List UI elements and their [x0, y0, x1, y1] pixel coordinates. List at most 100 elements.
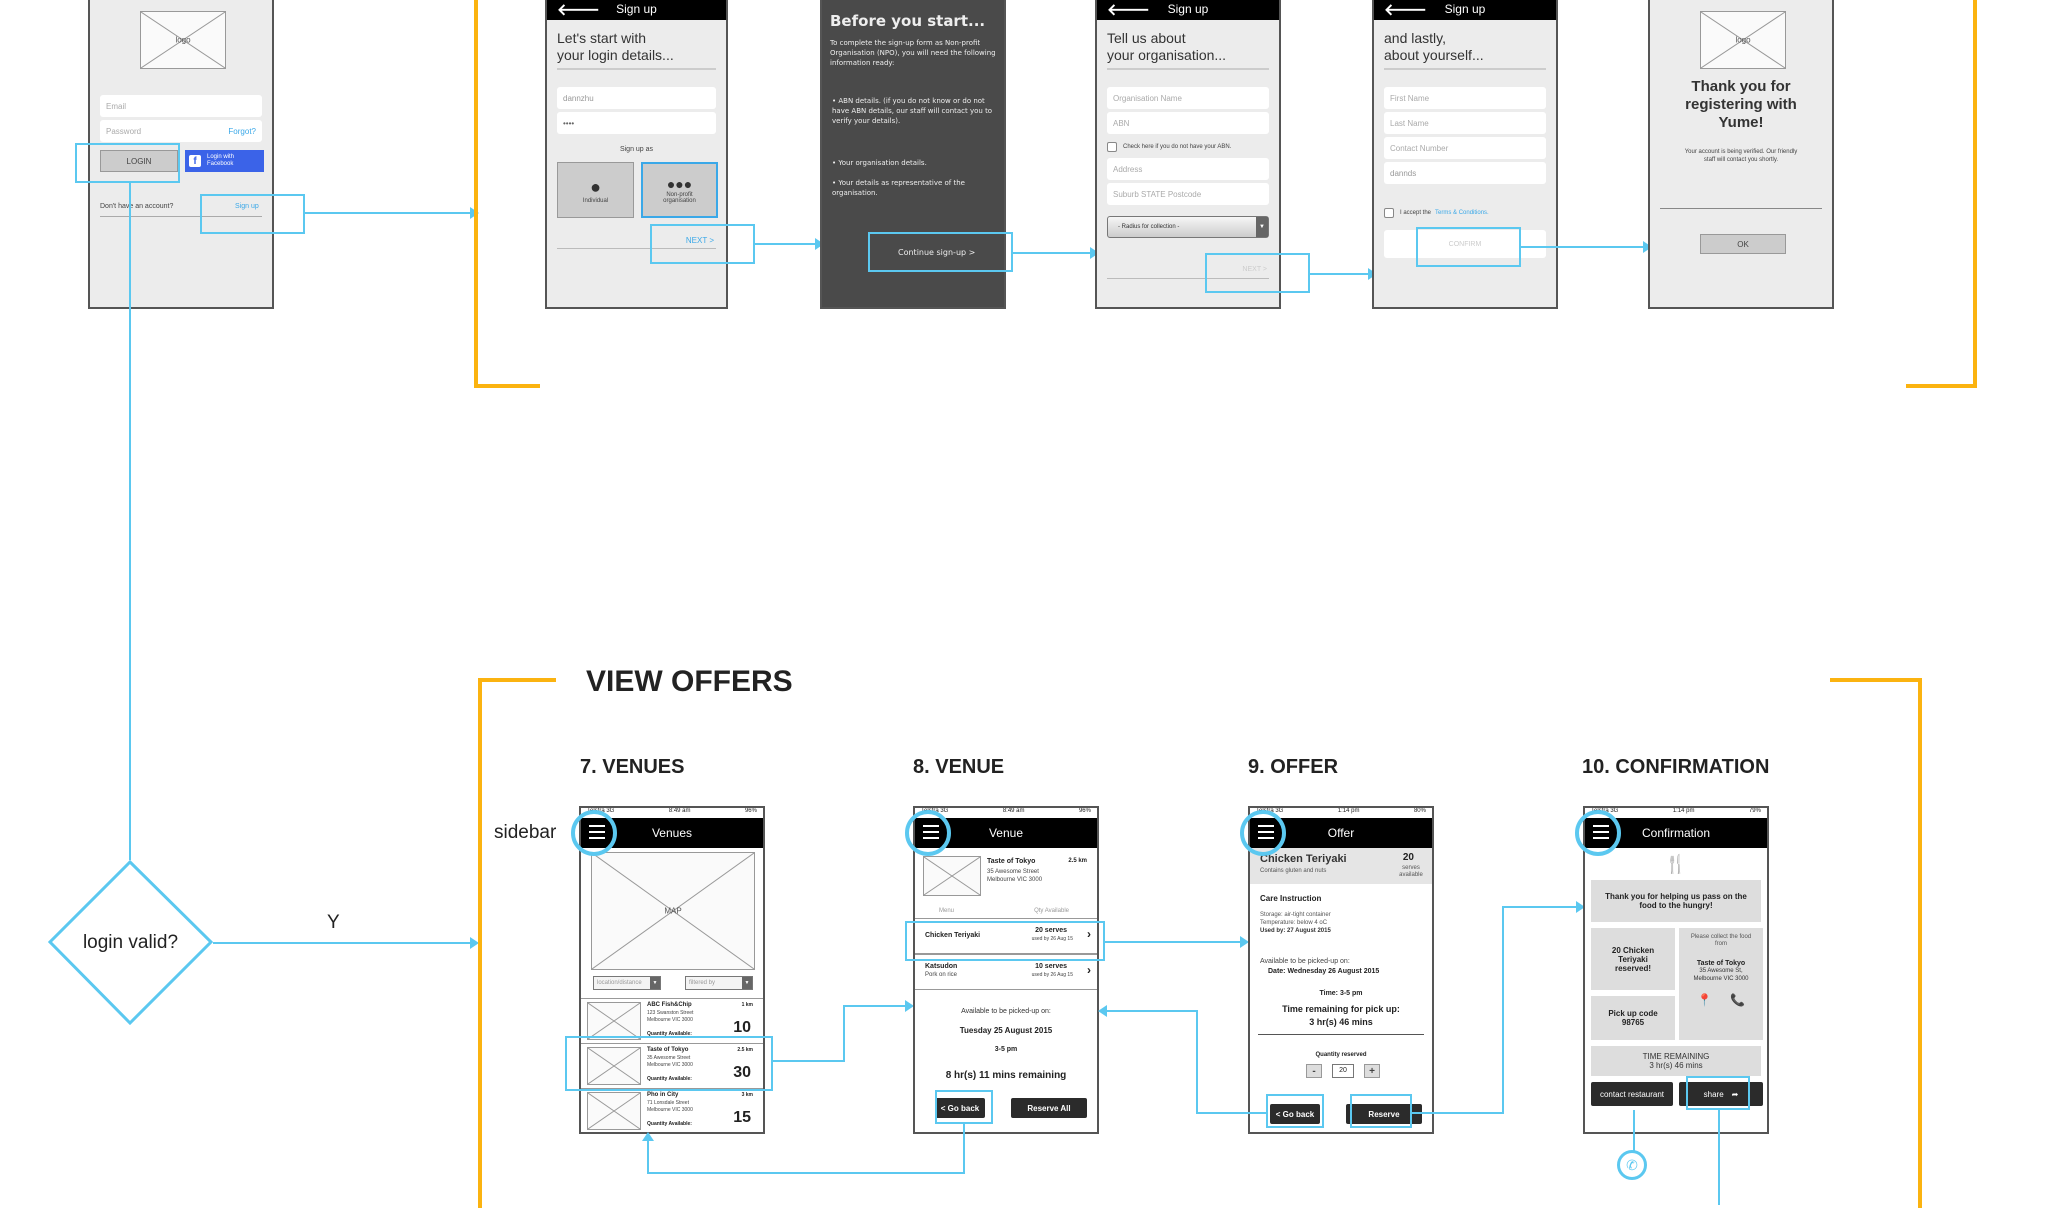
address-field[interactable]: Address: [1107, 158, 1269, 180]
quantity-value: 15: [733, 1109, 751, 1126]
flow-line: [773, 1060, 845, 1062]
facebook-icon: f: [189, 155, 201, 167]
remaining-label: Time remaining for pick up:: [1282, 1004, 1400, 1014]
forgot-link[interactable]: Forgot?: [228, 127, 256, 136]
overlay-bullet: • ABN details. (if you do not know or do…: [832, 97, 993, 125]
flow-line: [843, 1005, 908, 1007]
nav-bar: 🡐 Sign up: [547, 0, 726, 20]
reserve-highlight: [1350, 1094, 1412, 1128]
flow-line: [1502, 906, 1580, 908]
login-highlight: [75, 143, 180, 183]
venue-list-item[interactable]: Pho in City 71 Lonsdale Street Melbourne V…: [581, 1088, 763, 1132]
ok-button[interactable]: OK: [1700, 234, 1786, 254]
quantity-stepper[interactable]: - 20 +: [1306, 1064, 1380, 1078]
cutlery-icon: 🍴: [1664, 854, 1688, 874]
serves-label: serves available: [1399, 865, 1423, 878]
location-filter-select[interactable]: location/distance ▼: [593, 976, 661, 990]
continue-highlight: [868, 232, 1013, 272]
back-arrow-icon[interactable]: 🡐: [1107, 0, 1150, 20]
go-back-highlight: [935, 1090, 993, 1124]
nav-bar: 🡐 Sign up: [1097, 0, 1279, 20]
pickup-label: Available to be picked-up on:: [961, 1008, 1051, 1015]
organisation-name-field[interactable]: Organisation Name: [1107, 87, 1269, 109]
back-arrow-icon[interactable]: 🡐: [557, 0, 600, 20]
flow-line: [1013, 252, 1095, 254]
section-bracket: [474, 384, 540, 388]
collect-label: Please collect the food from: [1690, 934, 1752, 947]
suburb-field[interactable]: Suburb STATE Postcode: [1107, 183, 1269, 205]
nonprofit-option[interactable]: ●●● Non-profit organisation: [641, 162, 718, 218]
accept-terms-row[interactable]: I accept the Terms & Conditions.: [1384, 208, 1489, 218]
collect-address: 35 Awesome St, Melbourne VIC 3000: [1693, 968, 1749, 982]
radius-select[interactable]: - Radius for collection - ▼: [1107, 216, 1269, 238]
email-field[interactable]: Email: [100, 95, 262, 117]
used-by-info: Used by: 27 August 2015: [1260, 928, 1331, 934]
venue-name: Pho in City: [647, 1092, 679, 1098]
no-account-text: Don't have an account?: [100, 203, 174, 210]
password-field[interactable]: Password Forgot?: [100, 120, 262, 142]
facebook-login-button[interactable]: f Login with Facebook: [185, 150, 264, 172]
phone-icon[interactable]: 📞: [1730, 993, 1745, 1007]
chevron-down-icon: ▼: [650, 977, 660, 989]
venue-address: Melbourne VIC 3000: [647, 1107, 693, 1113]
map-pin-icon[interactable]: 📍: [1697, 993, 1712, 1007]
map-placeholder[interactable]: MAP: [591, 852, 755, 970]
sidebar-highlight: [571, 810, 617, 856]
venue-screen: Telstra 3G 8:49 am 96% Venue Taste of To…: [913, 806, 1099, 1134]
dish-note: Contains gluten and nuts: [1260, 868, 1327, 874]
pickup-code-box: Pick up code 98765: [1591, 996, 1675, 1040]
venue-address: 71 Lonsdale Street: [647, 1100, 689, 1106]
checkbox[interactable]: [1384, 208, 1394, 218]
flow-line: [755, 243, 818, 245]
no-abn-checkbox-row[interactable]: Check here if you do not have your ABN.: [1107, 142, 1231, 152]
decrement-button[interactable]: -: [1306, 1064, 1322, 1078]
section-bracket: [478, 678, 556, 682]
back-arrow-icon[interactable]: 🡐: [1384, 0, 1427, 20]
sidebar-label: sidebar: [494, 822, 557, 843]
signup-as-label: Sign up as: [619, 146, 654, 153]
confirm-highlight: [1416, 227, 1521, 267]
last-name-field[interactable]: Last Name: [1384, 112, 1546, 134]
flow-line: [1502, 906, 1504, 1114]
reserve-all-button[interactable]: Reserve All: [1011, 1098, 1087, 1118]
individual-option[interactable]: ● Individual: [557, 162, 634, 218]
time-remaining: 8 hr(s) 11 mins remaining: [945, 1070, 1067, 1081]
flow-arrow: [642, 1132, 654, 1141]
heading: Tell us about your organisation...: [1107, 30, 1269, 70]
pickup-date: Tuesday 25 August 2015: [959, 1026, 1053, 1035]
thanks-heading: Thank you for registering with Yume!: [1685, 78, 1797, 131]
password-field[interactable]: ••••: [557, 112, 716, 134]
venue-address: 123 Swanston Street: [647, 1010, 694, 1016]
venue-address: Melbourne VIC 3000: [647, 1017, 693, 1023]
username-field[interactable]: dannzhu: [557, 87, 716, 109]
logo-placeholder: logo: [140, 11, 226, 69]
temperature-info: Temperature: below 4 oC: [1260, 920, 1328, 926]
contact-number-field[interactable]: Contact Number: [1384, 137, 1546, 159]
filter-by-select[interactable]: filtered by ▼: [685, 976, 753, 990]
section-bracket: [1973, 0, 1977, 388]
quantity-label: Quantity reserved: [1315, 1052, 1367, 1058]
flow-arrow-left: [1098, 1005, 1107, 1017]
time-remaining-box: TIME REMAINING 3 hr(s) 46 mins: [1591, 1046, 1761, 1076]
checkbox[interactable]: [1107, 142, 1117, 152]
overlay-intro: To complete the sign-up form as Non-prof…: [830, 39, 996, 67]
quantity-value[interactable]: 20: [1332, 1064, 1354, 1078]
terms-link[interactable]: Terms & Conditions.: [1435, 210, 1489, 216]
abn-field[interactable]: ABN: [1107, 112, 1269, 134]
divider: [1660, 208, 1822, 209]
chevron-right-icon: ›: [1087, 963, 1091, 977]
time-remaining: 3 hr(s) 46 mins: [1309, 1017, 1373, 1027]
screen-title: 10. CONFIRMATION: [1582, 756, 1770, 778]
yes-label: Y: [327, 912, 340, 933]
flow-line: [213, 942, 473, 944]
flow-line: [843, 1005, 845, 1062]
offer-screen: Telstra 3G 1:14 pm 80% Offer Chicken Ter…: [1248, 806, 1434, 1134]
go-back-highlight: [1266, 1094, 1324, 1128]
venue-distance: 3 km: [741, 1092, 753, 1098]
pickup-time: Time: 3-5 pm: [1319, 990, 1363, 997]
increment-button[interactable]: +: [1364, 1064, 1380, 1078]
contact-restaurant-button[interactable]: contact restaurant: [1591, 1082, 1673, 1106]
menu-item-used-by: used by 26 Aug 15: [1031, 972, 1073, 978]
extra-field[interactable]: dannds: [1384, 162, 1546, 184]
first-name-field[interactable]: First Name: [1384, 87, 1546, 109]
